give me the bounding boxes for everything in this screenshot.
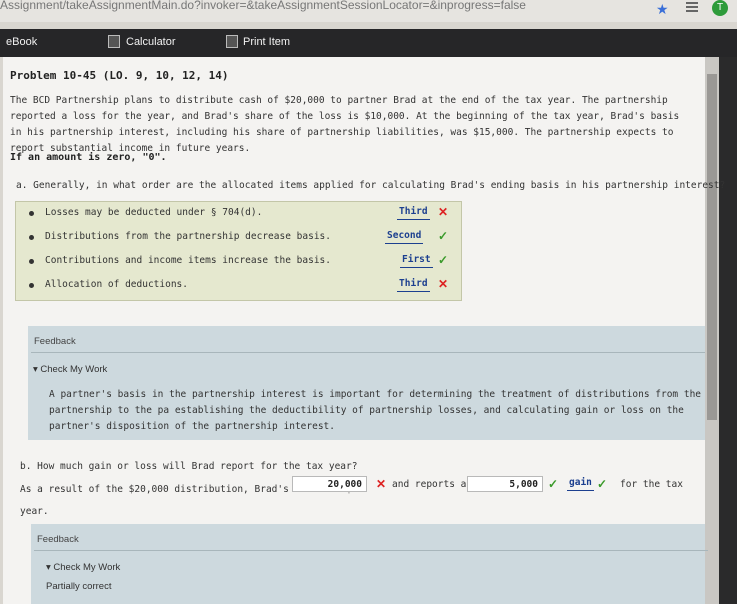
order-item-text: Distributions from the partnership decre…	[45, 231, 331, 242]
profile-avatar[interactable]: T	[712, 0, 728, 16]
check-my-work-toggle[interactable]: ▾ Check My Work	[33, 364, 107, 375]
incorrect-icon: ✕	[376, 477, 387, 491]
url-text[interactable]: Assignment/takeAssignmentMain.do?invoker…	[0, 0, 526, 12]
order-select[interactable]: First	[400, 254, 433, 268]
divider	[31, 352, 705, 353]
order-select[interactable]: Third	[397, 206, 430, 220]
question-b-continuation: year.	[20, 506, 49, 517]
feedback-panel-b: Feedback ▾ Check My Work Partially corre…	[31, 524, 708, 604]
problem-title: Problem 10-45 (LO. 9, 10, 12, 14)	[10, 69, 229, 82]
correct-icon: ✓	[548, 477, 559, 491]
star-icon[interactable]: ★	[656, 1, 669, 18]
question-a: a. Generally, in what order are the allo…	[16, 180, 726, 191]
divider	[34, 550, 708, 551]
feedback-label: Feedback	[37, 534, 79, 545]
order-item-text: Allocation of deductions.	[45, 279, 188, 290]
question-b-middle: and reports a $	[392, 479, 478, 490]
feedback-panel-a: Feedback ▾ Check My Work A partner's bas…	[28, 326, 705, 440]
reading-list-icon[interactable]	[686, 2, 698, 12]
zero-instruction: If an amount is zero, "0".	[10, 152, 167, 163]
order-item: Losses may be deducted under § 704(d). T…	[16, 204, 461, 228]
correct-icon: ✓	[438, 253, 449, 267]
print-item-button[interactable]: Print Item	[243, 36, 290, 48]
bullet	[29, 259, 34, 264]
side-panel	[719, 57, 737, 604]
problem-body: The BCD Partnership plans to distribute …	[10, 95, 680, 154]
incorrect-icon: ✕	[438, 205, 449, 219]
check-my-work-toggle[interactable]: ▾ Check My Work	[46, 562, 120, 573]
order-item-text: Losses may be deducted under § 704(d).	[45, 207, 263, 218]
order-select[interactable]: Third	[397, 278, 430, 292]
basis-input[interactable]: 20,000	[292, 476, 367, 492]
calculator-button[interactable]: Calculator	[126, 36, 176, 48]
question-b: b. How much gain or loss will Brad repor…	[20, 461, 358, 472]
ebook-link[interactable]: eBook	[6, 36, 37, 48]
bullet	[29, 211, 34, 216]
question-b-suffix: for the tax	[620, 479, 683, 490]
gain-amount-input[interactable]: 5,000	[467, 476, 543, 492]
feedback-text: A partner's basis in the partnership int…	[49, 389, 702, 432]
order-item-text: Contributions and income items increase …	[45, 255, 331, 266]
order-select[interactable]: Second	[385, 230, 424, 244]
order-item: Contributions and income items increase …	[16, 252, 461, 276]
calculator-icon[interactable]	[108, 35, 120, 48]
app-toolbar: eBook Calculator Print Item	[0, 29, 737, 57]
order-item: Allocation of deductions. Third ✕	[16, 276, 461, 300]
order-answer-box: Losses may be deducted under § 704(d). T…	[15, 201, 462, 301]
gain-loss-select[interactable]: gain	[567, 477, 594, 491]
scrollbar-thumb[interactable]	[707, 74, 717, 420]
correct-icon: ✓	[597, 477, 608, 491]
correct-icon: ✓	[438, 229, 449, 243]
print-icon[interactable]	[226, 35, 238, 48]
feedback-status: Partially correct	[46, 581, 112, 592]
feedback-label: Feedback	[34, 336, 76, 347]
order-item: Distributions from the partnership decre…	[16, 228, 461, 252]
bullet	[29, 283, 34, 288]
bullet	[29, 235, 34, 240]
incorrect-icon: ✕	[438, 277, 449, 291]
browser-address-bar[interactable]: Assignment/takeAssignmentMain.do?invoker…	[0, 0, 737, 22]
